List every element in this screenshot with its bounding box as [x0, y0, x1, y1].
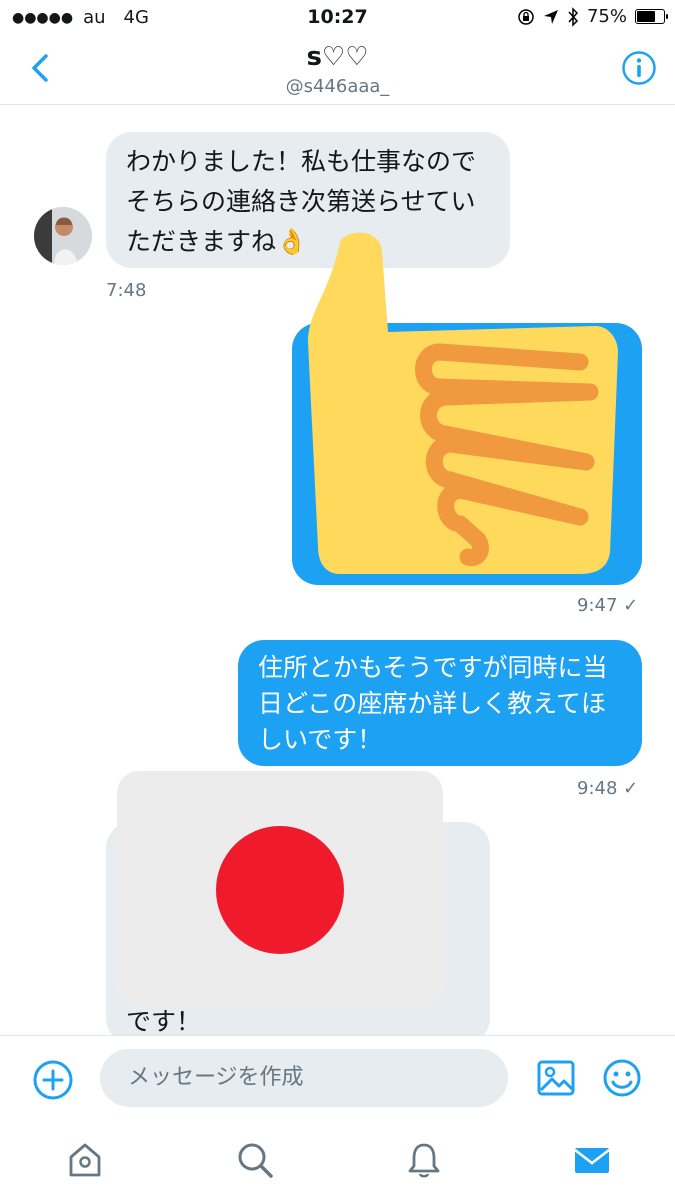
- tab-home[interactable]: [65, 1140, 105, 1180]
- tab-notifications[interactable]: [404, 1140, 444, 1180]
- conversation-header: s♡♡ @s446aaa_: [0, 36, 675, 105]
- tab-bar: [0, 1122, 675, 1200]
- thumbs-up-icon: [308, 232, 618, 574]
- add-media-button[interactable]: [32, 1059, 74, 1101]
- battery-icon: [635, 9, 668, 24]
- message-text: 住所とかもそうですが同時に当日どこの座席か詳しく教えてほしいです！: [258, 653, 608, 754]
- message-timestamp: 7:48: [106, 280, 147, 301]
- message-input[interactable]: メッセージを作成: [100, 1049, 508, 1107]
- status-right: 75%: [517, 6, 668, 27]
- battery-percent: 75%: [586, 6, 627, 27]
- envelope-icon: [574, 1148, 610, 1173]
- message-timestamp: 9:47 ✓: [577, 595, 639, 616]
- rotation-lock-icon: [518, 8, 534, 25]
- avatar[interactable]: [34, 207, 92, 265]
- info-button[interactable]: [619, 48, 659, 88]
- emoji-icon[interactable]: [602, 1058, 642, 1098]
- conversation-title[interactable]: s♡♡: [0, 42, 675, 72]
- message-timestamp: 9:48 ✓: [577, 778, 639, 799]
- bell-icon: [408, 1143, 440, 1178]
- home-icon: [69, 1143, 101, 1177]
- conversation-handle[interactable]: @s446aaa_: [0, 76, 675, 97]
- search-icon: [238, 1143, 273, 1178]
- info-icon: [622, 51, 656, 85]
- location-icon: [543, 9, 558, 24]
- status-bar: ●●●●● au 4G 10:27 75%: [0, 0, 675, 36]
- image-icon[interactable]: [536, 1058, 576, 1098]
- tab-search[interactable]: [235, 1140, 275, 1180]
- tab-messages[interactable]: [572, 1140, 612, 1180]
- japan-flag-icon: [117, 771, 443, 1007]
- message-bubble-sent[interactable]: 住所とかもそうですが同時に当日どこの座席か詳しく教えてほしいです！: [238, 640, 642, 766]
- bluetooth-icon: [568, 6, 579, 27]
- message-composer: メッセージを作成: [0, 1035, 675, 1122]
